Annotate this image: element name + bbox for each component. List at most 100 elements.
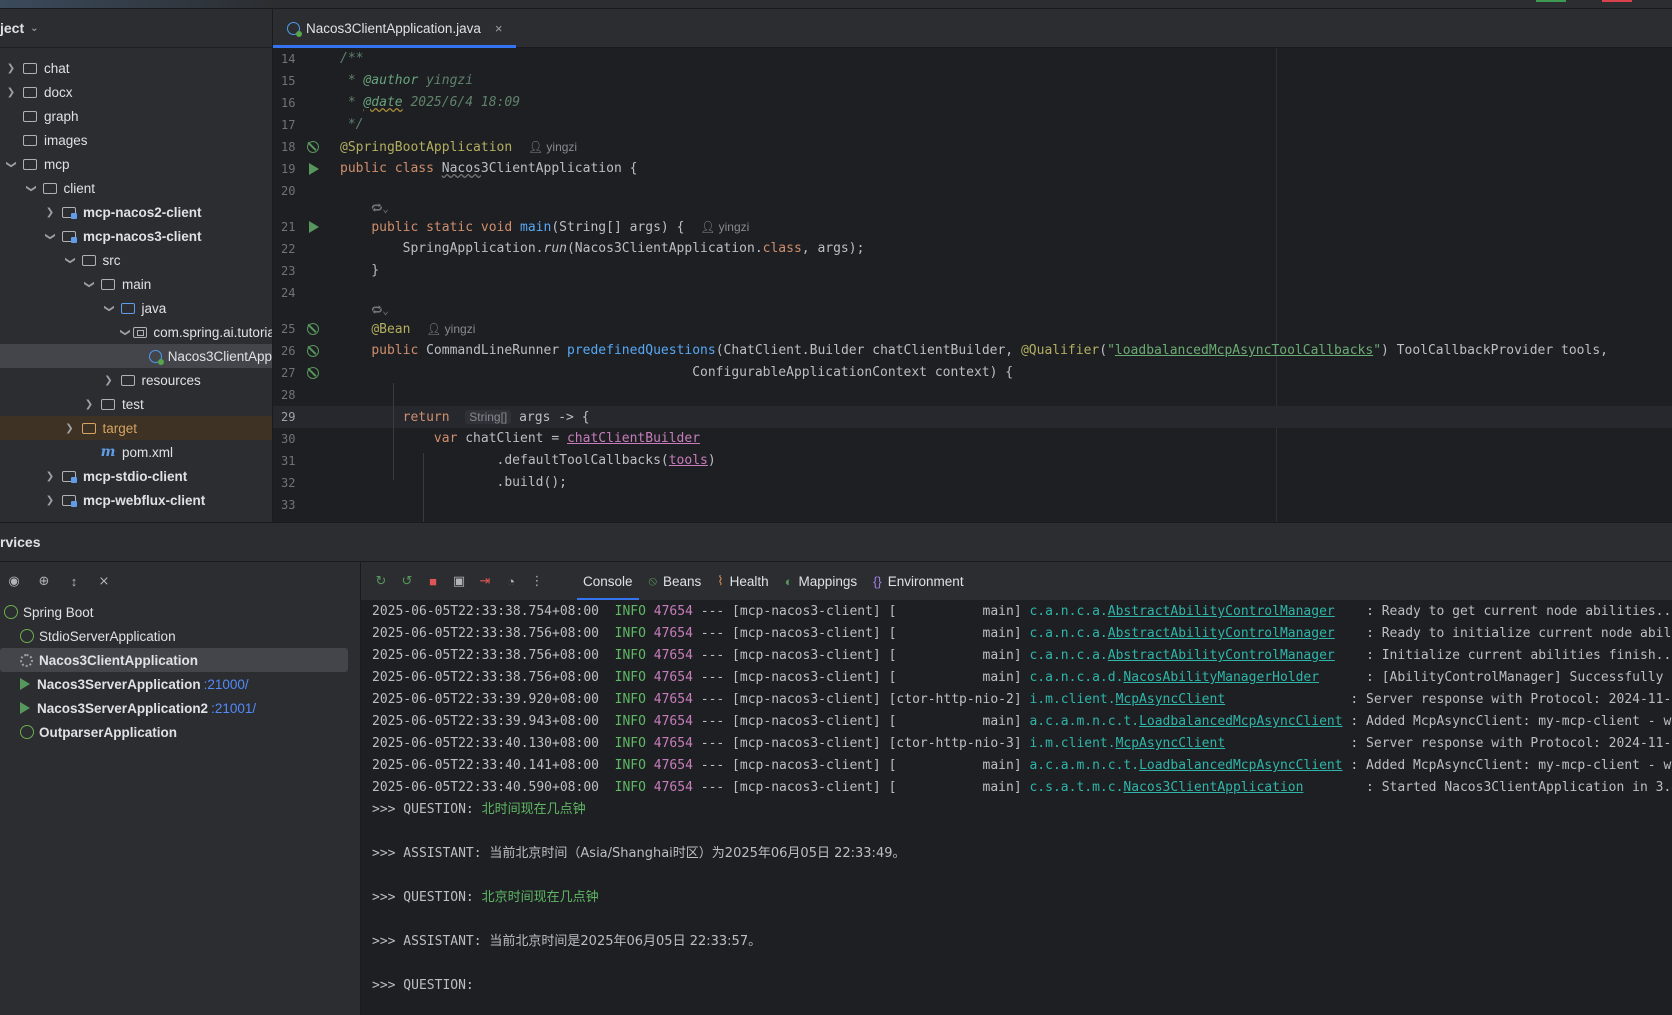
tab-nacos3-client-application[interactable]: Nacos3ClientApplication.java × — [273, 9, 516, 48]
tree-item[interactable]: images — [0, 128, 272, 152]
code-line[interactable]: 🔁︎⌄ — [273, 202, 1672, 216]
tree-item[interactable]: graph — [0, 104, 272, 128]
tab-beans[interactable]: ⦸ Beans — [649, 562, 702, 600]
tree-item[interactable]: ❯ java — [0, 296, 272, 320]
expand-all-icon[interactable]: ↕ — [66, 573, 82, 589]
logger-class-link[interactable]: LoadbalancedMcpAsyncClient — [1139, 758, 1343, 773]
logger-class-link[interactable]: NacosAbilityManagerHolder — [1123, 670, 1319, 685]
run-gutter-icon[interactable] — [309, 221, 319, 233]
logger-class-link[interactable]: McpAsyncClient — [1116, 692, 1226, 707]
tree-item[interactable]: m pom.xml — [0, 440, 272, 464]
code-line[interactable]: 28 — [273, 384, 1672, 406]
chevron-right-icon[interactable]: ❯ — [4, 63, 18, 74]
tree-item[interactable]: ❯ main — [0, 272, 272, 296]
service-item[interactable]: Nacos3ServerApplication2:21001/ — [0, 696, 360, 720]
tree-item[interactable]: ❯ src — [0, 248, 272, 272]
code-line[interactable]: 25 @Bean 👤︎ yingzi — [273, 318, 1672, 340]
chevron-right-icon[interactable]: ❯ — [63, 423, 77, 434]
code-line[interactable]: 15 * @author yingzi — [273, 70, 1672, 92]
code-line[interactable]: 🔁︎⌄ — [273, 304, 1672, 318]
console-output[interactable]: 2025-06-05T22:33:38.754+08:00 INFO 47654… — [372, 601, 1672, 997]
bean-gutter-icon[interactable] — [307, 141, 319, 153]
chevron-right-icon[interactable]: ❯ — [120, 328, 131, 336]
code-line[interactable]: 29 return String[] args -> { — [273, 406, 1672, 428]
bean-gutter-icon[interactable] — [307, 345, 319, 357]
tree-item[interactable]: Nacos3ClientApp — [0, 344, 272, 368]
chevron-right-icon[interactable]: ❯ — [82, 399, 96, 410]
chevron-down-icon[interactable]: ⌄ — [30, 23, 38, 34]
logger-class-link[interactable]: LoadbalancedMcpAsyncClient — [1139, 714, 1343, 729]
bean-gutter-icon[interactable] — [307, 323, 319, 335]
restart-icon[interactable]: ↺ — [399, 573, 415, 589]
chevron-right-icon[interactable]: ❯ — [102, 375, 116, 386]
code-line[interactable]: 21 public static void main(String[] args… — [273, 216, 1672, 238]
logger-class-link[interactable]: AbstractAbilityControlManager — [1108, 626, 1335, 641]
tree-item[interactable]: ❯ mcp-nacos2-client — [0, 200, 272, 224]
chevron-right-icon[interactable]: ❯ — [43, 207, 57, 218]
tree-item[interactable]: ❯ target — [0, 416, 272, 440]
eye-icon[interactable]: ◉ — [6, 573, 22, 589]
project-header[interactable]: ject ⌄ — [0, 9, 272, 48]
code-line[interactable]: 32 .build(); — [273, 472, 1672, 494]
chevron-right-icon[interactable]: ❯ — [6, 157, 17, 171]
collapse-all-icon[interactable]: ⨯ — [96, 573, 112, 589]
code-line[interactable]: 20 — [273, 180, 1672, 202]
rerun-icon[interactable]: ↻ — [373, 573, 389, 589]
service-item[interactable]: StdioServerApplication — [0, 624, 360, 648]
chevron-right-icon[interactable]: ❯ — [84, 277, 95, 291]
gauge-icon[interactable]: ◔ — [503, 573, 519, 589]
logger-class-link[interactable]: AbstractAbilityControlManager — [1108, 648, 1335, 663]
code-line[interactable]: 24 — [273, 282, 1672, 304]
tab-mappings[interactable]: ◐ Mappings — [785, 562, 857, 600]
chevron-right-icon[interactable]: ❯ — [25, 181, 36, 195]
tree-item[interactable]: ❯ com.spring.ai.tutoria — [0, 320, 272, 344]
code-line[interactable]: 27 ConfigurableApplicationContext contex… — [273, 362, 1672, 384]
logger-class-link[interactable]: AbstractAbilityControlManager — [1108, 604, 1335, 619]
tab-health[interactable]: ⌇ Health — [717, 562, 768, 600]
tree-item[interactable]: ❯ docx — [0, 80, 272, 104]
tree-item[interactable]: ❯ test — [0, 392, 272, 416]
logger-class-link[interactable]: Nacos3ClientApplication — [1123, 780, 1303, 795]
service-port-link[interactable]: :21000/ — [204, 677, 249, 692]
tree-item[interactable]: ❯ mcp — [0, 152, 272, 176]
more-icon[interactable]: ⋮ — [529, 573, 545, 589]
code-editor[interactable]: 14/** 15 * @author yingzi 16 * @date 2025/… — [273, 48, 1672, 522]
tree-item[interactable]: ❯ chat — [0, 56, 272, 80]
code-line[interactable]: 22 SpringApplication.run(Nacos3ClientApp… — [273, 238, 1672, 260]
service-port-link[interactable]: :21001/ — [211, 701, 256, 716]
code-line[interactable]: 23 } — [273, 260, 1672, 282]
code-line[interactable]: 14 /** — [273, 48, 1672, 70]
code-line[interactable]: 18 @SpringBootApplication 👤︎ yingzi — [273, 136, 1672, 158]
code-line[interactable]: 19 public class Nacos3ClientApplication { — [273, 158, 1672, 180]
bean-gutter-icon[interactable] — [307, 367, 319, 379]
chevron-right-icon[interactable]: ❯ — [103, 301, 114, 315]
run-gutter-icon[interactable] — [309, 163, 319, 175]
add-service-icon[interactable]: ⊕ — [36, 573, 52, 589]
tab-console[interactable]: Console — [577, 562, 639, 600]
code-line[interactable]: 17 */ — [273, 114, 1672, 136]
chevron-right-icon[interactable]: ❯ — [4, 87, 18, 98]
service-item[interactable]: Nacos3ClientApplication — [0, 648, 348, 672]
code-line[interactable]: 31 .defaultToolCallbacks(tools) — [273, 450, 1672, 472]
camera-icon[interactable]: ▣ — [451, 573, 467, 589]
chevron-right-icon[interactable]: ❯ — [45, 229, 56, 243]
code-line[interactable]: 16 * @date 2025/6/4 18:09 — [273, 92, 1672, 114]
tree-item[interactable]: ❯ mcp-webflux-client — [0, 488, 272, 512]
logger-class-link[interactable]: McpAsyncClient — [1116, 736, 1226, 751]
chevron-right-icon[interactable]: ❯ — [43, 495, 57, 506]
tree-item[interactable]: ❯ resources — [0, 368, 272, 392]
tab-environment[interactable]: {} Environment — [873, 562, 963, 600]
chevron-right-icon[interactable]: ❯ — [64, 253, 75, 267]
tree-item[interactable]: ❯ mcp-nacos3-client — [0, 224, 272, 248]
service-item[interactable]: Nacos3ServerApplication:21000/ — [0, 672, 360, 696]
code-line[interactable]: 33 — [273, 494, 1672, 516]
code-line[interactable]: 26 public CommandLineRunner predefinedQu… — [273, 340, 1672, 362]
close-icon[interactable]: × — [495, 21, 503, 36]
tree-item[interactable]: ❯ client — [0, 176, 272, 200]
chevron-right-icon[interactable]: ❯ — [43, 471, 57, 482]
exit-icon[interactable]: ⇥ — [477, 573, 493, 589]
code-line[interactable]: 30 var chatClient = chatClientBuilder — [273, 428, 1672, 450]
service-item[interactable]: Spring Boot — [0, 600, 360, 624]
service-item[interactable]: OutparserApplication — [0, 720, 360, 744]
stop-icon[interactable]: ■ — [425, 573, 441, 589]
